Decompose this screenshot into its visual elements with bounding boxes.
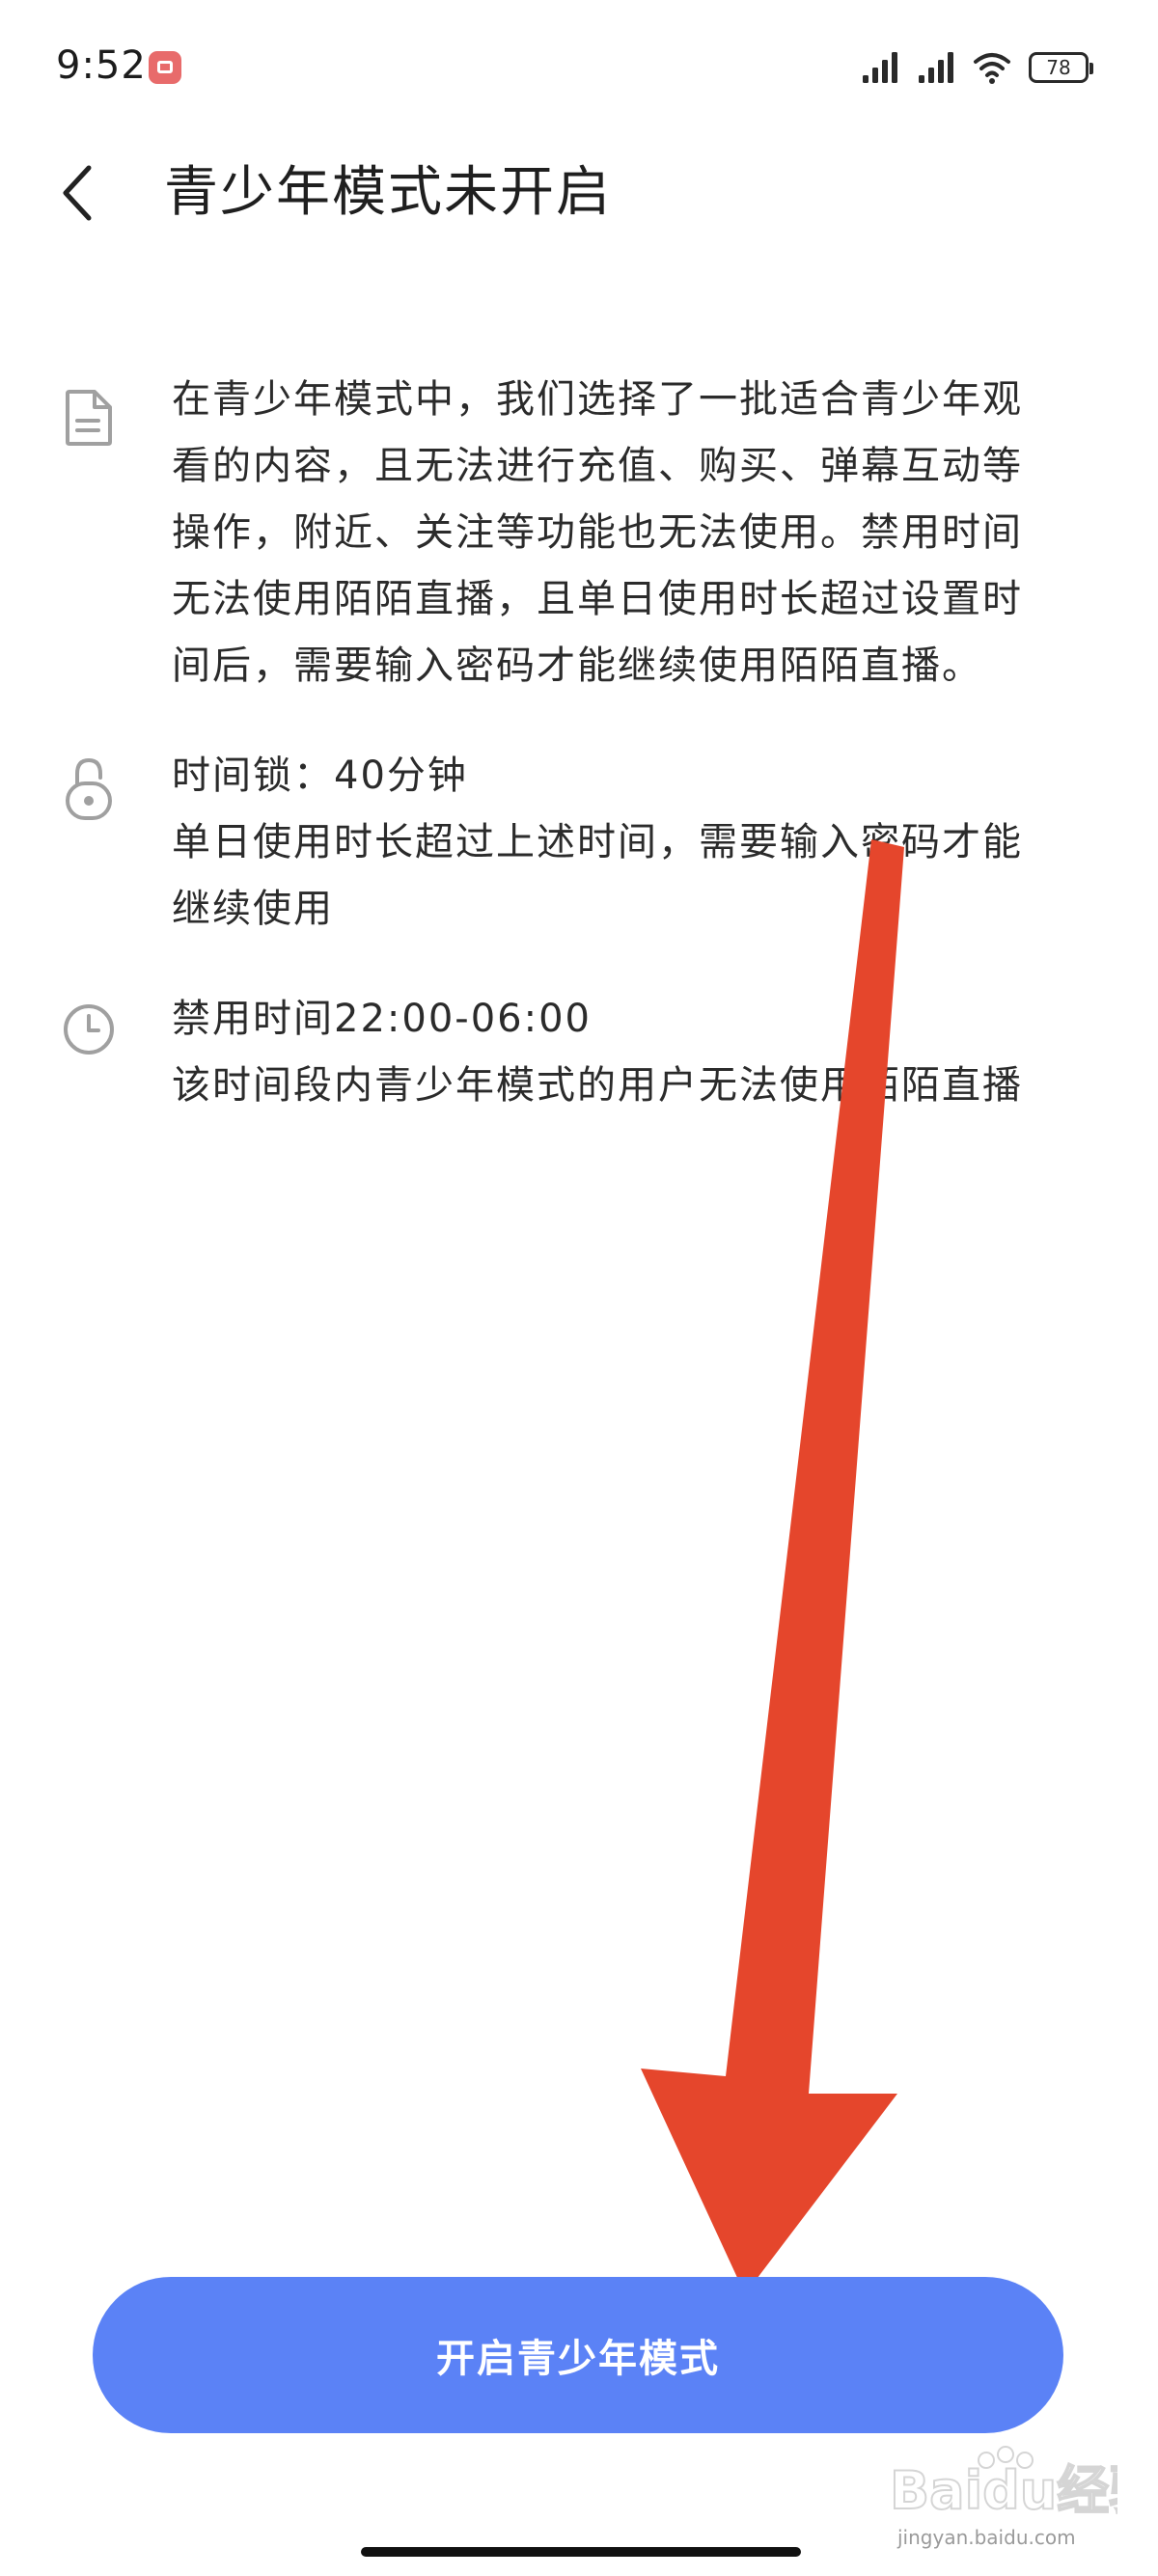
watermark-text: Baidu经验 [890,2460,1117,2521]
info-item-text: 禁用时间22:00-06:00 该时间段内青少年模式的用户无法使用陌陌直播 [172,986,1108,1119]
page-header: 青少年模式未开启 [0,135,1158,251]
text-line: 看的内容，且无法进行充值、购买、弹幕互动等 [172,444,1023,488]
clock-icon [64,1004,114,1055]
text-line: 无法使用陌陌直播，且单日使用时长超过设置时 [172,577,1023,621]
battery-icon: 78 [1029,52,1093,83]
text-line: 该时间段内青少年模式的用户无法使用陌陌直播 [172,1063,1023,1108]
home-indicator[interactable] [361,2547,801,2557]
text-line: 在青少年模式中，我们选择了一批适合青少年观 [172,377,1023,422]
status-bar: 9:52 78 [0,0,1158,135]
info-item-text: 时间锁：40分钟 单日使用时长超过上述时间，需要输入密码才能 继续使用 [172,743,1108,943]
document-icon [66,390,112,446]
chevron-left-icon [63,165,92,221]
text-line: 单日使用时长超过上述时间，需要输入密码才能 [172,820,1023,864]
status-indicators: 78 [861,48,1093,87]
text-line: 时间锁：40分钟 [172,754,468,798]
text-line: 继续使用 [172,887,334,931]
wifi-icon [974,53,1010,84]
watermark-url: jingyan.baidu.com [897,2526,1076,2549]
text-line: 禁用时间22:00-06:00 [172,997,592,1041]
info-item-text: 在青少年模式中，我们选择了一批适合青少年观 看的内容，且无法进行充值、购买、弹幕… [172,367,1108,699]
signal-icon [919,52,953,83]
notification-app-icon [149,51,181,84]
page-title: 青少年模式未开启 [164,161,612,224]
text-line: 间后，需要输入密码才能继续使用陌陌直播。 [172,644,982,688]
back-button[interactable] [39,147,116,239]
enable-teen-mode-button[interactable]: 开启青少年模式 [93,2277,1063,2433]
status-time: 9:52 [56,43,147,88]
battery-level: 78 [1046,56,1071,79]
signal-icon [863,52,897,83]
text-line: 操作，附近、关注等功能也无法使用。禁用时间 [172,510,1023,555]
lock-icon [66,757,112,820]
